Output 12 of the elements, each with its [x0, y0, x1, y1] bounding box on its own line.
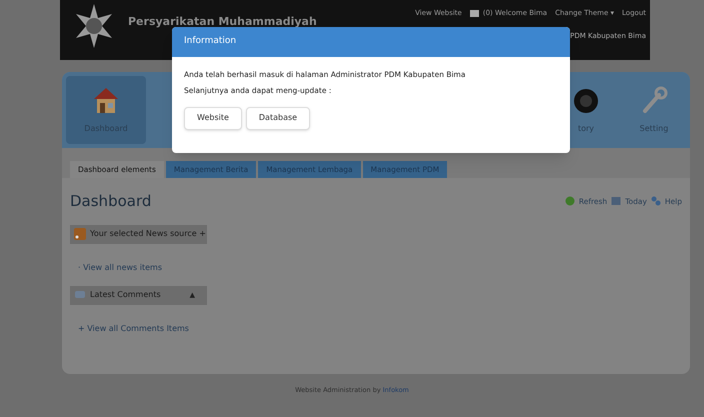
comments-icon	[74, 289, 86, 301]
dialog-title: Information	[184, 35, 236, 48]
page-title: Dashboard	[70, 191, 152, 212]
rss-icon	[74, 228, 86, 240]
view-all-link[interactable]: + View all Comments Items	[78, 322, 682, 334]
widget-title: Latest Comments	[90, 289, 161, 301]
dialog-button[interactable]: Database	[246, 106, 310, 130]
nav-button[interactable]: Setting	[622, 76, 686, 144]
site-title: Persyarikatan Muhammadiyah	[128, 16, 317, 28]
widget-title: Your selected News source +	[90, 228, 206, 240]
dialog-button[interactable]: Website	[184, 106, 242, 130]
view-all-link[interactable]: · View all news items	[78, 262, 682, 274]
